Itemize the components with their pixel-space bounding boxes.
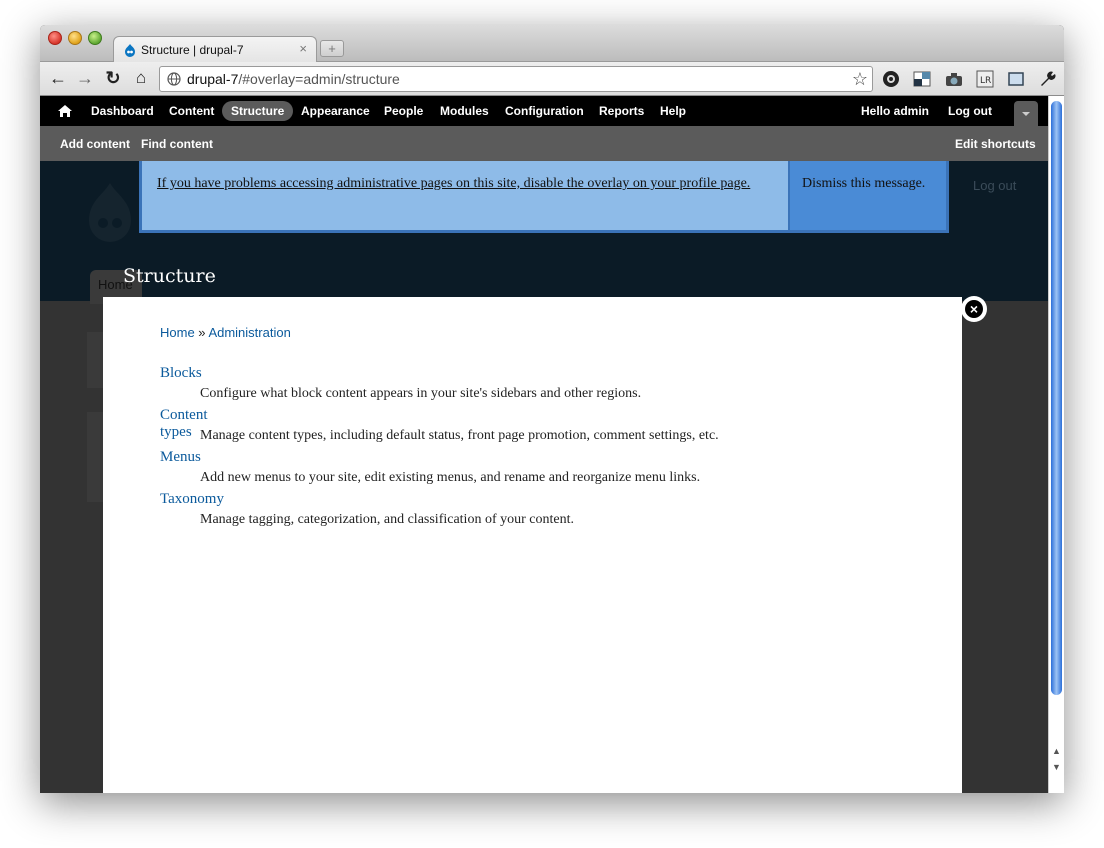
home-button-icon[interactable]: ⌂: [130, 67, 152, 89]
tab-close-icon[interactable]: ×: [299, 41, 307, 56]
minimize-window-button[interactable]: [68, 31, 82, 45]
toolbar-item-dashboard[interactable]: Dashboard: [82, 101, 163, 121]
url-host: drupal-7: [187, 71, 239, 87]
blocks-link[interactable]: Blocks: [160, 365, 202, 382]
toolbar-item-configuration[interactable]: Configuration: [496, 101, 593, 121]
close-icon: ×: [965, 300, 983, 318]
hello-prefix: Hello: [861, 104, 894, 118]
message-body: If you have problems accessing administr…: [142, 161, 790, 230]
dismiss-message-button[interactable]: Dismiss this message.: [802, 173, 925, 194]
scroll-down-arrow-icon[interactable]: ▼: [1052, 762, 1061, 772]
chevron-down-icon: [1022, 112, 1030, 116]
browser-toolbar: ← → ↻ ⌂ drupal-7/#overlay=admin/structur…: [40, 62, 1064, 96]
home-icon[interactable]: [57, 103, 73, 119]
item-description: Manage content types, including default …: [200, 428, 719, 443]
camera-extension-icon[interactable]: [943, 68, 965, 90]
url-text: drupal-7/#overlay=admin/structure: [187, 71, 400, 87]
toolbar-item-modules[interactable]: Modules: [431, 101, 498, 121]
breadcrumb: Home » Administration: [160, 325, 291, 340]
disable-overlay-link[interactable]: If you have problems accessing administr…: [157, 173, 782, 194]
menus-link[interactable]: Menus: [160, 449, 201, 466]
gear-extension-icon[interactable]: [880, 68, 902, 90]
browser-window: Structure | drupal-7 × + ← → ↻ ⌂ drupal-…: [40, 25, 1064, 793]
toolbar-item-people[interactable]: People: [375, 101, 432, 121]
item-description: Add new menus to your site, edit existin…: [200, 470, 701, 485]
bookmark-star-icon[interactable]: ☆: [852, 69, 868, 90]
close-window-button[interactable]: [48, 31, 62, 45]
overlay-content: Home » Administration Blocks Configure w…: [103, 297, 962, 793]
edit-shortcuts-link[interactable]: Edit shortcuts: [955, 137, 1036, 151]
logout-link[interactable]: Log out: [948, 101, 992, 121]
shortcuts-bar: Add content Find content Edit shortcuts: [40, 126, 1048, 161]
tab-title: Structure | drupal-7: [141, 43, 244, 57]
globe-icon: [167, 72, 181, 86]
browser-tab[interactable]: Structure | drupal-7 ×: [113, 36, 317, 63]
toolbar-item-help[interactable]: Help: [651, 101, 695, 121]
page-viewport: Dashboard Content Structure Appearance P…: [40, 96, 1048, 793]
zoom-window-button[interactable]: [88, 31, 102, 45]
new-tab-button[interactable]: +: [320, 40, 344, 57]
breadcrumb-separator: »: [194, 325, 209, 340]
overlay-disable-message: If you have problems accessing administr…: [139, 161, 949, 233]
vertical-scrollbar[interactable]: ▲ ▼: [1048, 96, 1064, 793]
window-extension-icon[interactable]: [911, 68, 933, 90]
url-path: /#overlay=admin/structure: [238, 71, 400, 87]
scrollbar-thumb[interactable]: [1051, 101, 1062, 695]
admin-toolbar: Dashboard Content Structure Appearance P…: [40, 96, 1048, 127]
reload-icon[interactable]: ↻: [102, 67, 124, 89]
toolbar-item-reports[interactable]: Reports: [590, 101, 653, 121]
breadcrumb-administration-link[interactable]: Administration: [208, 325, 290, 340]
breadcrumb-home-link[interactable]: Home: [160, 325, 195, 340]
background-logout-link: Log out: [973, 178, 1017, 193]
shortcut-find-content[interactable]: Find content: [141, 137, 213, 151]
toolbar-item-structure[interactable]: Structure: [222, 101, 294, 121]
taxonomy-link[interactable]: Taxonomy: [160, 491, 224, 508]
screen-capture-extension-icon[interactable]: [1005, 68, 1027, 90]
tab-strip: Structure | drupal-7 × +: [40, 25, 1064, 63]
page-title: Structure: [123, 265, 216, 287]
hello-user: Hello admin: [861, 101, 929, 121]
lr-extension-icon[interactable]: LR: [974, 68, 996, 90]
shortcut-add-content[interactable]: Add content: [60, 137, 130, 151]
item-description: Manage tagging, categorization, and clas…: [200, 512, 574, 527]
forward-arrow-icon[interactable]: →: [74, 67, 96, 89]
shortcuts-toggle-button[interactable]: [1014, 101, 1038, 127]
toolbar-item-appearance[interactable]: Appearance: [292, 101, 379, 121]
svg-text:LR: LR: [980, 76, 991, 86]
wrench-icon[interactable]: [1036, 68, 1058, 90]
address-bar[interactable]: drupal-7/#overlay=admin/structure ☆: [159, 66, 873, 92]
overlay-close-button[interactable]: ×: [961, 296, 987, 322]
back-arrow-icon[interactable]: ←: [47, 67, 69, 89]
drupal-logo-icon: [89, 183, 131, 242]
item-description: Configure what block content appears in …: [200, 386, 642, 401]
toolbar-item-content[interactable]: Content: [160, 101, 223, 121]
drupal-favicon-icon: [125, 44, 135, 57]
scroll-up-arrow-icon[interactable]: ▲: [1052, 746, 1061, 756]
username-link[interactable]: admin: [894, 104, 929, 118]
